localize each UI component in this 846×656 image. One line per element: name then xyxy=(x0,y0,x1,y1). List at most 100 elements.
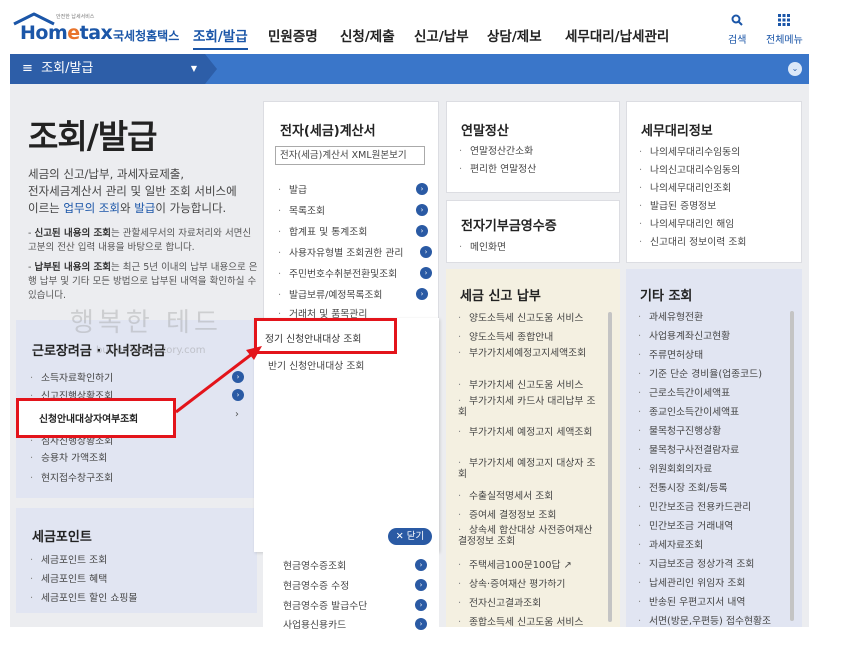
arrow-right-icon[interactable]: › xyxy=(416,183,428,195)
tax-item-6[interactable]: · 부가가치세 예정고지 대상자 조회 xyxy=(458,458,604,480)
tax-item-10[interactable]: · 주택세금100문100답 ↗ xyxy=(458,557,572,571)
yearend-box: 연말정산 · 연말정산간소화 · 편리한 연말정산 xyxy=(446,101,620,193)
arrow-right-icon[interactable]: › xyxy=(420,246,432,258)
header: 안전한 납세서비스 Hometax 국세청홈택스 조회/발급 민원증명 신청/제… xyxy=(0,0,846,54)
highlight-eligibility-lookup[interactable]: 신청안내대상자여부조회 › xyxy=(16,398,239,438)
cash-item-card[interactable]: 사업용신용카드 xyxy=(283,617,346,631)
tax-item-11[interactable]: · 상속·증여재산 평가하기 xyxy=(458,576,565,590)
arrow-right-icon[interactable]: › xyxy=(416,225,428,237)
tax-report-box: 세금 신고 납부 · 양도소득세 신고도움 서비스 · 양도소득세 종합안내 · 부가… xyxy=(446,269,620,628)
einvoice-item-summary[interactable]: · 합계표 및 통계조회 xyxy=(278,224,367,238)
arrow-right-icon[interactable]: › xyxy=(415,559,427,571)
tax-item-5[interactable]: · 부가가치세 예정고지 세액조회 xyxy=(458,427,604,438)
etc-item-0[interactable]: · 과세유형전환 xyxy=(638,309,703,323)
einvoice-xml-button[interactable]: 전자(세금)계산서 XML원본보기 xyxy=(275,146,425,165)
etc-item-5[interactable]: · 종교인소득간이세액표 xyxy=(638,404,739,418)
gnb-tax-agent[interactable]: 세무대리/납세관리 xyxy=(565,25,669,45)
arrow-right-icon[interactable]: › xyxy=(420,267,432,279)
einvoice-item-permission[interactable]: · 사용자유형별 조회권한 관리 xyxy=(278,245,403,259)
page-intro: 세금의 신고/납부, 과세자료제출, 전자세금계산서 관리 및 일반 조회 서비… xyxy=(28,167,237,215)
etc-item-12[interactable]: · 과세자료조회 xyxy=(638,537,703,551)
tax-item-12[interactable]: · 전자신고결과조회 xyxy=(458,595,541,609)
points-item-mall[interactable]: · 세금포인트 할인 쇼핑몰 xyxy=(30,590,137,604)
points-item-lookup[interactable]: · 세금포인트 조회 xyxy=(30,552,107,566)
note-paid: - 납부된 내용의 조회는 최근 5년 이내의 납부 내용으로 은행 납부 및 … xyxy=(28,262,258,301)
tax-item-9[interactable]: · 상속세 합산대상 사전증여재산 결정정보 조회 xyxy=(458,525,604,547)
agent-item-5[interactable]: · 신고대리 정보이력 조회 xyxy=(639,234,746,248)
left-item-onsite[interactable]: · 현지접수창구조회 xyxy=(30,470,113,484)
etc-item-2[interactable]: · 주류면허상태 xyxy=(638,347,703,361)
page-title: 조회/발급 xyxy=(28,117,157,156)
all-menu-label: 전체메뉴 xyxy=(766,35,803,46)
etc-item-4[interactable]: · 근로소득간이세액표 xyxy=(638,385,730,399)
yearend-title: 연말정산 xyxy=(461,124,509,139)
cash-item-edit[interactable]: 현금영수증 수정 xyxy=(283,578,349,592)
einvoice-item-pending[interactable]: · 발급보류/예정목록조회 xyxy=(278,287,382,301)
gnb-consult-report[interactable]: 상담/제보 xyxy=(487,25,542,45)
cash-item-means[interactable]: 현금영수증 발급수단 xyxy=(283,598,367,612)
tax-item-8[interactable]: · 증여세 결정정보 조회 xyxy=(458,507,556,521)
arrow-right-icon[interactable]: › xyxy=(415,579,427,591)
tax-item-3[interactable]: · 부가가치세 신고도움 서비스 xyxy=(458,377,583,391)
all-menu-button[interactable]: 전체메뉴 xyxy=(766,14,803,46)
etc-scrollbar[interactable] xyxy=(790,311,794,621)
arrow-right-icon[interactable]: › xyxy=(416,204,428,216)
popup-item-regular: 정기 신청안내대상 조회 xyxy=(265,334,362,345)
expand-toggle-icon[interactable]: ⌄ xyxy=(788,62,802,76)
hometax-logo[interactable]: 안전한 납세서비스 Hometax 국세청홈택스 xyxy=(12,12,182,44)
etc-item-15[interactable]: · 반송된 우편고지서 내역 xyxy=(638,594,745,608)
gnb-civil-certificate[interactable]: 민원증명 xyxy=(268,25,318,45)
gnb-report-pay[interactable]: 신고/납부 xyxy=(414,25,469,45)
agent-item-1[interactable]: · 나의신고대리수임동의 xyxy=(639,162,740,176)
eligibility-lookup-label: 신청안내대상자여부조회 xyxy=(39,414,139,425)
location-dropdown[interactable]: ≡ 조회/발급 ▼ xyxy=(10,54,205,84)
popup-close-button[interactable]: ✕ 닫기 xyxy=(388,528,432,545)
search-button[interactable]: 검색 xyxy=(728,14,746,46)
tax-item-4[interactable]: · 부가가치세 카드사 대리납부 조회 xyxy=(458,396,604,418)
highlight-regular-lookup[interactable]: 정기 신청안내대상 조회 xyxy=(254,318,397,354)
etc-item-9[interactable]: · 전통시장 조회/등록 xyxy=(638,480,728,494)
points-item-benefit[interactable]: · 세금포인트 혜택 xyxy=(30,571,107,585)
etc-item-11[interactable]: · 민간보조금 거래내역 xyxy=(638,518,733,532)
popup-item-half-year[interactable]: 반기 신청안내대상 조회 xyxy=(268,358,364,372)
cash-item-lookup[interactable]: 현금영수증조회 xyxy=(283,558,346,572)
yearend-item-simple[interactable]: · 연말정산간소화 xyxy=(459,143,533,157)
tax-item-0[interactable]: · 양도소득세 신고도움 서비스 xyxy=(458,310,583,324)
arrow-right-icon[interactable]: › xyxy=(415,618,427,630)
gnb-lookup-issue[interactable]: 조회/발급 xyxy=(193,25,248,50)
etc-item-6[interactable]: · 물목청구진행상황 xyxy=(638,423,721,437)
einvoice-item-ssn[interactable]: · 주민번호수취분전환및조회 xyxy=(278,266,397,280)
etc-item-1[interactable]: · 사업용계좌신고현황 xyxy=(638,328,730,342)
arrow-right-icon[interactable]: › xyxy=(416,288,428,300)
etc-item-10[interactable]: · 민간보조금 전용카드관리 xyxy=(638,499,751,513)
yearend-item-easy[interactable]: · 편리한 연말정산 xyxy=(459,161,536,175)
tax-report-scrollbar[interactable] xyxy=(608,312,612,622)
donation-item-main[interactable]: · 메인화면 xyxy=(459,239,506,253)
tax-item-7[interactable]: · 수출실적명세서 조회 xyxy=(458,488,553,502)
einvoice-title: 전자(세금)계산서 xyxy=(280,124,376,139)
tax-item-1[interactable]: · 양도소득세 종합안내 xyxy=(458,329,553,343)
arrow-right-icon[interactable]: › xyxy=(415,599,427,611)
tax-points-panel: 세금포인트 · 세금포인트 조회 · 세금포인트 혜택 · 세금포인트 할인 쇼핑몰 xyxy=(16,508,257,613)
etc-lookup-box: 기타 조회 · 과세유형전환 · 사업용계좌신고현황 · 주류면허상태 · 기준 단순 … xyxy=(626,269,802,627)
tax-item-13[interactable]: · 종합소득세 신고도움 서비스 xyxy=(458,614,583,628)
agent-item-2[interactable]: · 나의세무대리인조회 xyxy=(639,180,731,194)
einvoice-item-issue[interactable]: · 발급 xyxy=(278,182,307,196)
search-label: 검색 xyxy=(728,35,747,46)
einvoice-item-list[interactable]: · 목록조회 xyxy=(278,203,325,217)
etc-item-14[interactable]: · 납세관리인 위임자 조회 xyxy=(638,575,745,589)
left-item-income-data[interactable]: · 소득자료확인하기 xyxy=(30,370,113,384)
gnb-apply-submit[interactable]: 신청/제출 xyxy=(340,25,395,45)
agent-item-3[interactable]: · 발급된 증명정보 xyxy=(639,198,716,212)
agent-item-0[interactable]: · 나의세무대리수임동의 xyxy=(639,144,740,158)
etc-item-7[interactable]: · 물목청구사전결람자료 xyxy=(638,442,739,456)
donation-box: 전자기부금영수증 · 메인화면 xyxy=(446,200,620,263)
left-item-car-value[interactable]: · 승용차 가액조회 xyxy=(30,450,107,464)
agent-item-4[interactable]: · 나의세무대리인 해임 xyxy=(639,216,734,230)
etc-item-13[interactable]: · 지급보조금 정상가격 조회 xyxy=(638,556,754,570)
tax-item-2[interactable]: · 부가가치세예정고지세액조회 xyxy=(458,348,604,359)
etc-title: 기타 조회 xyxy=(640,289,693,304)
etc-item-3[interactable]: · 기준 단순 경비율(업종코드) xyxy=(638,366,762,380)
etc-item-16[interactable]: · 서면(방문,우편등) 접수현황조 xyxy=(638,613,771,627)
etc-item-8[interactable]: · 위원회회의자료 xyxy=(638,461,712,475)
